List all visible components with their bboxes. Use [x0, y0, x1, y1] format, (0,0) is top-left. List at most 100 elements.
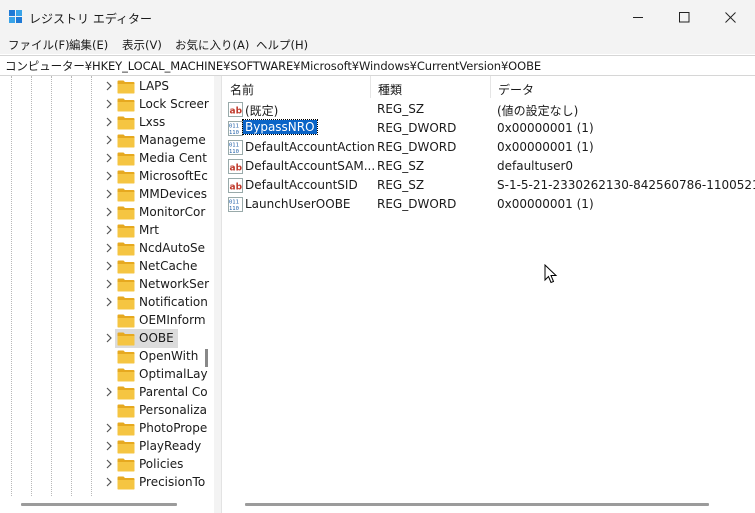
expand-chevron-icon[interactable] [105, 296, 113, 308]
menu-favorites[interactable]: お気に入り(A) [175, 37, 249, 53]
expand-chevron-icon[interactable] [105, 206, 113, 218]
value-name[interactable]: LaunchUserOOBE [245, 197, 351, 211]
mouse-cursor-icon [544, 264, 558, 284]
tree-item[interactable]: Manageme [105, 132, 206, 150]
menu-file[interactable]: ファイル(F) [8, 37, 70, 53]
maximize-button[interactable] [661, 0, 707, 34]
tree-item[interactable]: MMDevices [105, 186, 207, 204]
tree-item[interactable]: Mrt [105, 222, 205, 240]
value-row[interactable]: 011 110 DefaultAccountAction REG_DWORD 0x000… [222, 138, 755, 157]
tree-item[interactable]: OEMInform [105, 312, 206, 330]
tree-item-label: OptimalLay [139, 367, 208, 381]
address-bar[interactable]: コンピューター¥HKEY_LOCAL_MACHINE¥SOFTWARE¥Micr… [0, 55, 755, 76]
value-name[interactable]: DefaultAccountSID [245, 178, 358, 192]
folder-icon [117, 313, 135, 328]
svg-text:110: 110 [229, 206, 239, 212]
tree-item[interactable]: Personaliza [105, 402, 207, 420]
tree-item[interactable]: NetCache [105, 258, 205, 276]
column-header-type[interactable]: 種類 [370, 76, 490, 98]
folder-icon [117, 169, 135, 184]
tree-item[interactable]: Media Cent [105, 150, 207, 168]
tree-horizontal-scrollbar[interactable] [21, 503, 177, 506]
tree-item[interactable]: Policies [105, 456, 205, 474]
tree-item[interactable]: OOBE [105, 329, 205, 348]
folder-icon [117, 349, 135, 364]
tree-item[interactable]: OptimalLay [105, 366, 208, 384]
svg-text:011: 011 [229, 200, 239, 206]
value-name[interactable]: DefaultAccountSAM... [245, 159, 375, 173]
tree-item-label: MonitorCor [139, 205, 206, 219]
column-header-data[interactable]: データ [490, 76, 755, 98]
value-row[interactable]: 011 110 LaunchUserOOBE REG_DWORD 0x00000001 … [222, 195, 755, 214]
folder-icon [117, 115, 135, 130]
value-list-pane[interactable]: 名前 種類 データ ab (既定) REG_SZ (値の設定なし) 011 110 Bypa… [221, 76, 755, 513]
folder-icon [117, 295, 135, 310]
tree-item[interactable]: Lxss [105, 114, 205, 132]
tree-item[interactable]: OpenWith [105, 348, 205, 366]
value-name[interactable]: DefaultAccountAction [245, 140, 375, 154]
tree-item[interactable]: PhotoPrope [105, 420, 207, 438]
folder-icon [117, 457, 135, 472]
value-row[interactable]: ab DefaultAccountSAM... REG_SZ defaultuser0 [222, 157, 755, 176]
tree-guide-line [71, 76, 72, 496]
list-horizontal-scrollbar[interactable] [245, 503, 709, 506]
value-type: REG_DWORD [377, 121, 457, 135]
tree-item[interactable]: Notification [105, 294, 208, 312]
tree-item[interactable]: PrecisionTo [105, 474, 205, 492]
menu-help[interactable]: ヘルプ(H) [256, 37, 308, 53]
tree-item[interactable]: NetworkSer [105, 276, 209, 294]
registry-app-icon [9, 10, 22, 23]
expand-chevron-icon[interactable] [105, 224, 113, 236]
value-name[interactable]: (既定) [245, 102, 278, 119]
menu-view[interactable]: 表示(V) [122, 37, 162, 53]
tree-item-label: PlayReady [139, 439, 202, 453]
tree-item[interactable]: NcdAutoSe [105, 240, 205, 258]
tree-item-label: LAPS [139, 79, 170, 93]
expand-chevron-icon[interactable] [105, 278, 113, 290]
tree-item-label: PrecisionTo [139, 475, 206, 489]
value-row[interactable]: ab (既定) REG_SZ (値の設定なし) [222, 100, 755, 119]
column-header-name[interactable]: 名前 [222, 76, 370, 98]
expand-chevron-icon[interactable] [105, 80, 113, 92]
address-path[interactable]: コンピューター¥HKEY_LOCAL_MACHINE¥SOFTWARE¥Micr… [5, 58, 541, 74]
tree-item[interactable]: PlayReady [105, 438, 205, 456]
expand-chevron-icon[interactable] [105, 152, 113, 164]
value-row[interactable]: 011 110 BypassNRO REG_DWORD 0x00000001 (1) [222, 119, 755, 138]
expand-chevron-icon[interactable] [105, 170, 113, 182]
expand-chevron-icon[interactable] [105, 134, 113, 146]
close-button[interactable] [707, 0, 753, 34]
expand-chevron-icon[interactable] [105, 440, 113, 452]
expand-chevron-icon[interactable] [105, 422, 113, 434]
tree-item[interactable]: MonitorCor [105, 204, 205, 222]
menu-edit[interactable]: 編集(E) [69, 37, 108, 53]
expand-chevron-icon[interactable] [105, 242, 113, 254]
expand-chevron-icon[interactable] [105, 386, 113, 398]
value-name[interactable]: BypassNRO [242, 119, 318, 135]
tree-item-label: Lock Screer [139, 97, 209, 111]
expand-chevron-icon[interactable] [105, 332, 113, 344]
tree-item-label: MicrosoftEc [139, 169, 208, 183]
expand-chevron-icon[interactable] [105, 98, 113, 110]
expand-chevron-icon[interactable] [105, 458, 113, 470]
svg-text:ab: ab [230, 183, 243, 193]
tree-vertical-scrollbar[interactable] [205, 349, 208, 367]
tree-item[interactable]: LAPS [105, 78, 205, 96]
key-tree-pane[interactable]: LAPS Lock Screer Lxss Manageme Media Cent Mic… [0, 76, 215, 513]
svg-text:110: 110 [229, 130, 239, 136]
expand-chevron-icon[interactable] [105, 476, 113, 488]
dword-value-icon: 011 110 [228, 140, 243, 155]
minimize-button[interactable] [615, 0, 661, 34]
expand-chevron-icon[interactable] [105, 116, 113, 128]
tree-item[interactable]: MicrosoftEc [105, 168, 208, 186]
expand-chevron-icon[interactable] [105, 260, 113, 272]
pane-splitter[interactable] [214, 76, 221, 513]
value-row[interactable]: ab DefaultAccountSID REG_SZ S-1-5-21-233026… [222, 176, 755, 195]
tree-item[interactable]: Lock Screer [105, 96, 209, 114]
tree-item[interactable]: Parental Co [105, 384, 208, 402]
folder-icon [117, 205, 135, 220]
expand-chevron-icon[interactable] [105, 188, 113, 200]
tree-item-label: OOBE [139, 331, 174, 345]
minimize-icon [632, 16, 643, 18]
folder-icon [117, 151, 135, 166]
svg-text:ab: ab [230, 164, 243, 174]
